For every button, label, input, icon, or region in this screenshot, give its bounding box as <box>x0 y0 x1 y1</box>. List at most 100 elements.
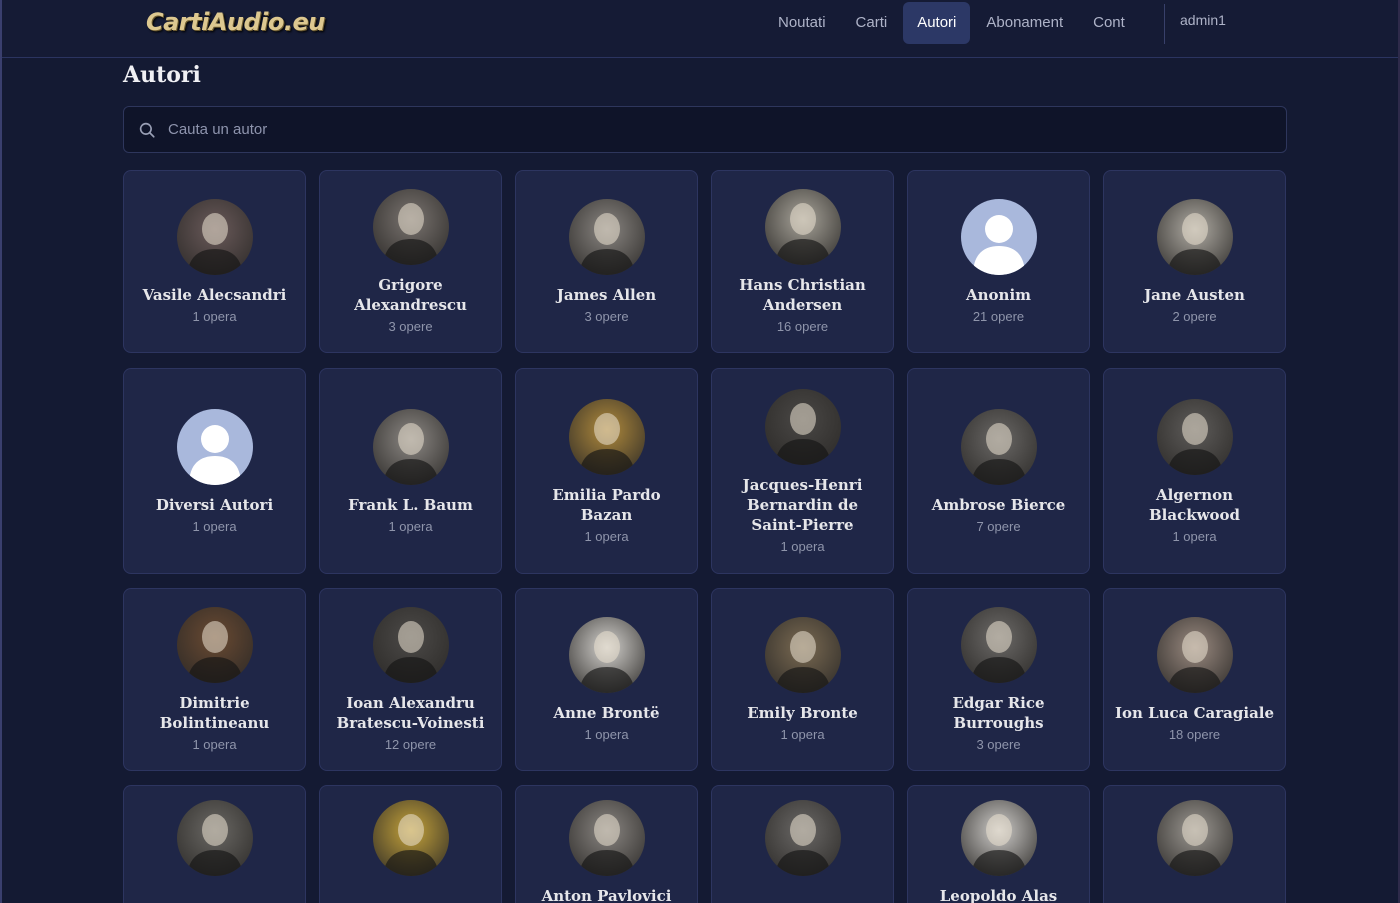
author-work-count: 3 opere <box>976 737 1021 752</box>
author-portrait-icon <box>970 814 1027 876</box>
author-portrait-icon <box>186 621 243 683</box>
author-card[interactable]: Emilia Pardo Bazan 1 opera <box>515 368 698 574</box>
author-card[interactable]: Dimitrie Bolintineanu 1 opera <box>123 588 306 771</box>
author-card[interactable]: Vasile Alecsandri 1 opera <box>123 170 306 353</box>
author-avatar <box>960 199 1037 275</box>
author-portrait-icon <box>186 814 243 876</box>
author-portrait-icon <box>382 621 439 683</box>
author-card[interactable] <box>319 785 502 903</box>
author-card[interactable]: Ioan Alexandru Bratescu-Voinesti 12 opere <box>319 588 502 771</box>
author-name: Anne Brontë <box>553 704 660 722</box>
author-card[interactable]: Anton Pavlovici <box>515 785 698 903</box>
author-portrait-icon <box>970 422 1027 485</box>
author-portrait-icon <box>578 631 635 693</box>
site-logo[interactable]: CartiAudio.eu <box>146 8 325 36</box>
author-work-count: 1 opera <box>584 727 629 742</box>
author-portrait-icon <box>382 422 439 485</box>
author-portrait-icon <box>774 203 831 265</box>
author-work-count: 7 opere <box>976 518 1021 534</box>
author-avatar <box>176 607 253 683</box>
author-work-count: 18 opere <box>1168 727 1221 742</box>
author-portrait-icon <box>1166 814 1223 876</box>
author-avatar <box>568 617 645 693</box>
author-portrait-icon <box>186 213 243 275</box>
author-name: Vasile Alecsandri <box>142 286 287 304</box>
nav-autori[interactable]: Autori <box>903 2 971 44</box>
author-portrait-icon <box>774 402 831 465</box>
author-avatar <box>176 199 253 275</box>
author-avatar <box>568 398 645 475</box>
author-work-count: 1 opera <box>192 309 237 324</box>
top-navigation-bar: CartiAudio.eu Noutati Carti Autori Abona… <box>0 0 1400 903</box>
person-silhouette-icon <box>972 215 1025 275</box>
author-card[interactable]: Ion Luca Caragiale 18 opere <box>1103 588 1286 771</box>
author-name: Anonim <box>965 286 1032 304</box>
author-portrait-icon <box>1166 213 1223 275</box>
author-work-count: 16 opere <box>776 319 829 334</box>
author-avatar <box>960 800 1037 876</box>
author-work-count: 3 opere <box>584 309 629 324</box>
author-card[interactable]: Leopoldo Alas <box>907 785 1090 903</box>
author-portrait-icon <box>970 621 1027 683</box>
author-avatar <box>764 388 841 465</box>
author-work-count: 1 opera <box>780 727 825 742</box>
author-card[interactable] <box>123 785 306 903</box>
author-card[interactable]: Jacques-Henri Bernardin de Saint-Pierre 1… <box>711 368 894 574</box>
author-name: Frank L. Baum <box>348 495 473 514</box>
author-card[interactable]: Ambrose Bierce 7 opere <box>907 368 1090 574</box>
author-work-count: 1 opera <box>584 528 629 544</box>
author-work-count: 1 opera <box>780 538 825 554</box>
author-name: Hans Christian Andersen <box>739 276 866 314</box>
author-avatar <box>568 199 645 275</box>
author-work-count: 3 opere <box>388 319 433 334</box>
author-portrait-icon <box>1166 412 1223 475</box>
author-work-count: 2 opere <box>1172 309 1217 324</box>
nav-abonament[interactable]: Abonament <box>972 2 1077 44</box>
author-work-count: 12 opere <box>384 737 437 752</box>
author-avatar <box>372 408 449 485</box>
nav-noutati[interactable]: Noutati <box>764 2 840 44</box>
author-search-box <box>123 106 1287 153</box>
author-work-count: 1 opera <box>1172 528 1217 544</box>
author-card[interactable]: Diversi Autori 1 opera <box>123 368 306 574</box>
author-card[interactable]: Jane Austen 2 opere <box>1103 170 1286 353</box>
author-name: Jane Austen <box>1144 286 1245 304</box>
author-avatar <box>372 800 449 876</box>
author-name: Grigore Alexandrescu <box>354 276 467 314</box>
author-name: Ioan Alexandru Bratescu-Voinesti <box>336 694 485 732</box>
author-name: James Allen <box>556 286 657 304</box>
author-name: Leopoldo Alas <box>939 887 1058 903</box>
author-card[interactable] <box>1103 785 1286 903</box>
author-avatar <box>1156 398 1233 475</box>
author-card[interactable]: Algernon Blackwood 1 opera <box>1103 368 1286 574</box>
author-avatar <box>372 189 449 265</box>
left-border <box>0 0 2 903</box>
author-card[interactable]: Frank L. Baum 1 opera <box>319 368 502 574</box>
author-portrait-icon <box>774 814 831 876</box>
author-name: Jacques-Henri Bernardin de Saint-Pierre <box>742 475 863 534</box>
author-card[interactable]: Anne Brontë 1 opera <box>515 588 698 771</box>
user-menu[interactable]: admin1 <box>1180 12 1226 28</box>
author-name: Dimitrie Bolintineanu <box>159 694 270 732</box>
author-name: Anton Pavlovici <box>541 887 672 903</box>
main-nav: Noutati Carti Autori Abonament Cont <box>764 2 1141 44</box>
author-card[interactable]: Emily Bronte 1 opera <box>711 588 894 771</box>
author-work-count: 1 opera <box>192 518 237 534</box>
nav-cont[interactable]: Cont <box>1079 2 1139 44</box>
author-portrait-icon <box>578 814 635 876</box>
author-avatar <box>960 607 1037 683</box>
nav-carti[interactable]: Carti <box>842 2 902 44</box>
search-icon <box>139 122 155 138</box>
author-card[interactable]: Hans Christian Andersen 16 opere <box>711 170 894 353</box>
author-card[interactable]: James Allen 3 opere <box>515 170 698 353</box>
author-avatar <box>176 800 253 876</box>
author-card[interactable]: Edgar Rice Burroughs 3 opere <box>907 588 1090 771</box>
author-portrait-icon <box>1166 631 1223 693</box>
author-search-input[interactable] <box>168 107 1268 152</box>
author-card[interactable] <box>711 785 894 903</box>
author-portrait-icon <box>578 412 635 475</box>
author-card[interactable]: Anonim 21 opere <box>907 170 1090 353</box>
author-card[interactable]: Grigore Alexandrescu 3 opere <box>319 170 502 353</box>
nav-divider <box>1164 4 1165 44</box>
author-avatar <box>372 607 449 683</box>
